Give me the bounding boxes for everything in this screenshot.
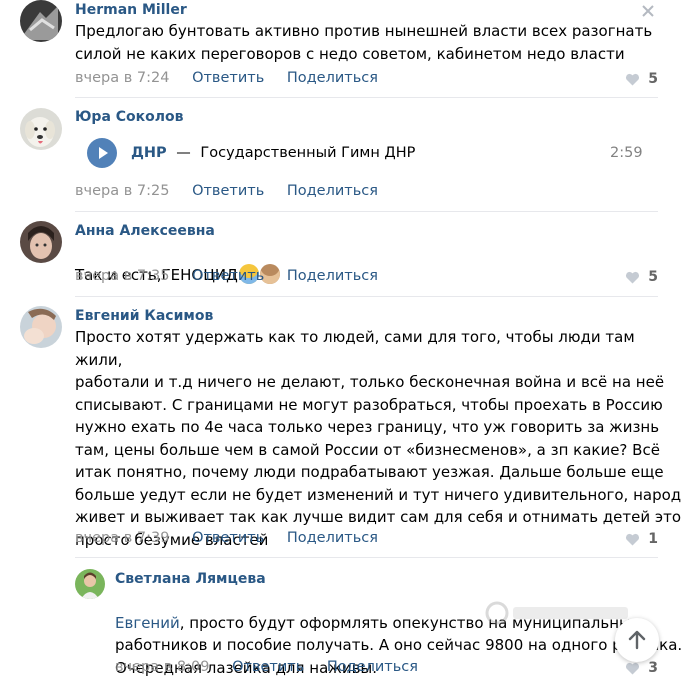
comment-author[interactable]: Herman Miller (75, 2, 187, 18)
comment-time[interactable]: вчера в 8:09 (115, 659, 209, 675)
comment-time[interactable]: вчера в 7:25 (75, 183, 169, 199)
comment-author[interactable]: Евгений Касимов (75, 308, 213, 324)
audio-duration: 2:59 (610, 145, 643, 161)
comment-text: Просто хотят удержать как то людей, сами… (75, 328, 682, 549)
comment-meta: вчера в 7:39 Ответить Поделиться (75, 530, 396, 546)
share-link[interactable]: Поделиться (287, 183, 378, 199)
like-button[interactable]: 5 (625, 71, 658, 87)
like-count: 1 (648, 531, 658, 547)
comment-author[interactable]: Светлана Лямцева (115, 571, 266, 587)
avatar-anna-alekseevna[interactable] (20, 221, 62, 263)
comment-text: Предлогаю бунтовать активно против нынеш… (75, 22, 653, 63)
comment-meta: вчера в 7:35 Ответить Поделиться (75, 268, 396, 284)
mention-link[interactable]: Евгений (115, 614, 180, 632)
watermark-logo (485, 601, 628, 625)
like-button[interactable]: 5 (625, 269, 658, 285)
reply-link[interactable]: Ответить (232, 659, 304, 675)
comment-time[interactable]: вчера в 7:35 (75, 268, 169, 284)
audio-play-button[interactable] (87, 138, 117, 168)
comment-meta: вчера в 8:09 Ответить Поделиться (115, 659, 436, 675)
share-link[interactable]: Поделиться (327, 659, 418, 675)
play-icon (99, 147, 108, 159)
heart-icon (626, 533, 640, 546)
share-link[interactable]: Поделиться (287, 530, 378, 546)
share-link[interactable]: Поделиться (287, 70, 378, 86)
scroll-to-top-button[interactable] (615, 618, 659, 662)
audio-track[interactable]: ДНР — Государственный Гимн ДНР (131, 145, 415, 161)
reply-link[interactable]: Ответить (192, 70, 264, 86)
share-link[interactable]: Поделиться (287, 268, 378, 284)
comment-author[interactable]: Анна Алексеевна (75, 223, 215, 239)
avatar-yura-sokolov[interactable] (20, 108, 62, 150)
arrow-up-icon (628, 630, 646, 650)
reply-link[interactable]: Ответить (192, 530, 264, 546)
avatar-herman-miller[interactable] (20, 0, 62, 42)
heart-icon (626, 662, 640, 675)
avatar-svetlana-lyamtseva[interactable] (75, 569, 105, 599)
heart-icon (626, 73, 640, 86)
comment-divider (75, 211, 658, 212)
audio-title: Государственный Гимн ДНР (200, 145, 416, 161)
reply-link[interactable]: Ответить (192, 183, 264, 199)
comment-time[interactable]: вчера в 7:39 (75, 530, 169, 546)
comment-meta: вчера в 7:25 Ответить Поделиться (75, 183, 396, 199)
comment-meta: вчера в 7:24 Ответить Поделиться (75, 70, 396, 86)
like-count: 5 (648, 269, 658, 285)
like-button[interactable]: 1 (625, 531, 658, 547)
like-count: 5 (648, 71, 658, 87)
reply-link[interactable]: Ответить (192, 268, 264, 284)
close-icon[interactable] (640, 3, 656, 19)
audio-artist[interactable]: ДНР (131, 145, 167, 161)
comment-author[interactable]: Юра Соколов (75, 109, 184, 125)
audio-dash: — (176, 145, 191, 161)
heart-icon (626, 271, 640, 284)
comment-divider (75, 296, 658, 297)
comment-time[interactable]: вчера в 7:24 (75, 70, 169, 86)
avatar-evgeny-kasimov[interactable] (20, 306, 62, 348)
comment-divider (75, 557, 658, 558)
comment-divider (75, 97, 658, 98)
